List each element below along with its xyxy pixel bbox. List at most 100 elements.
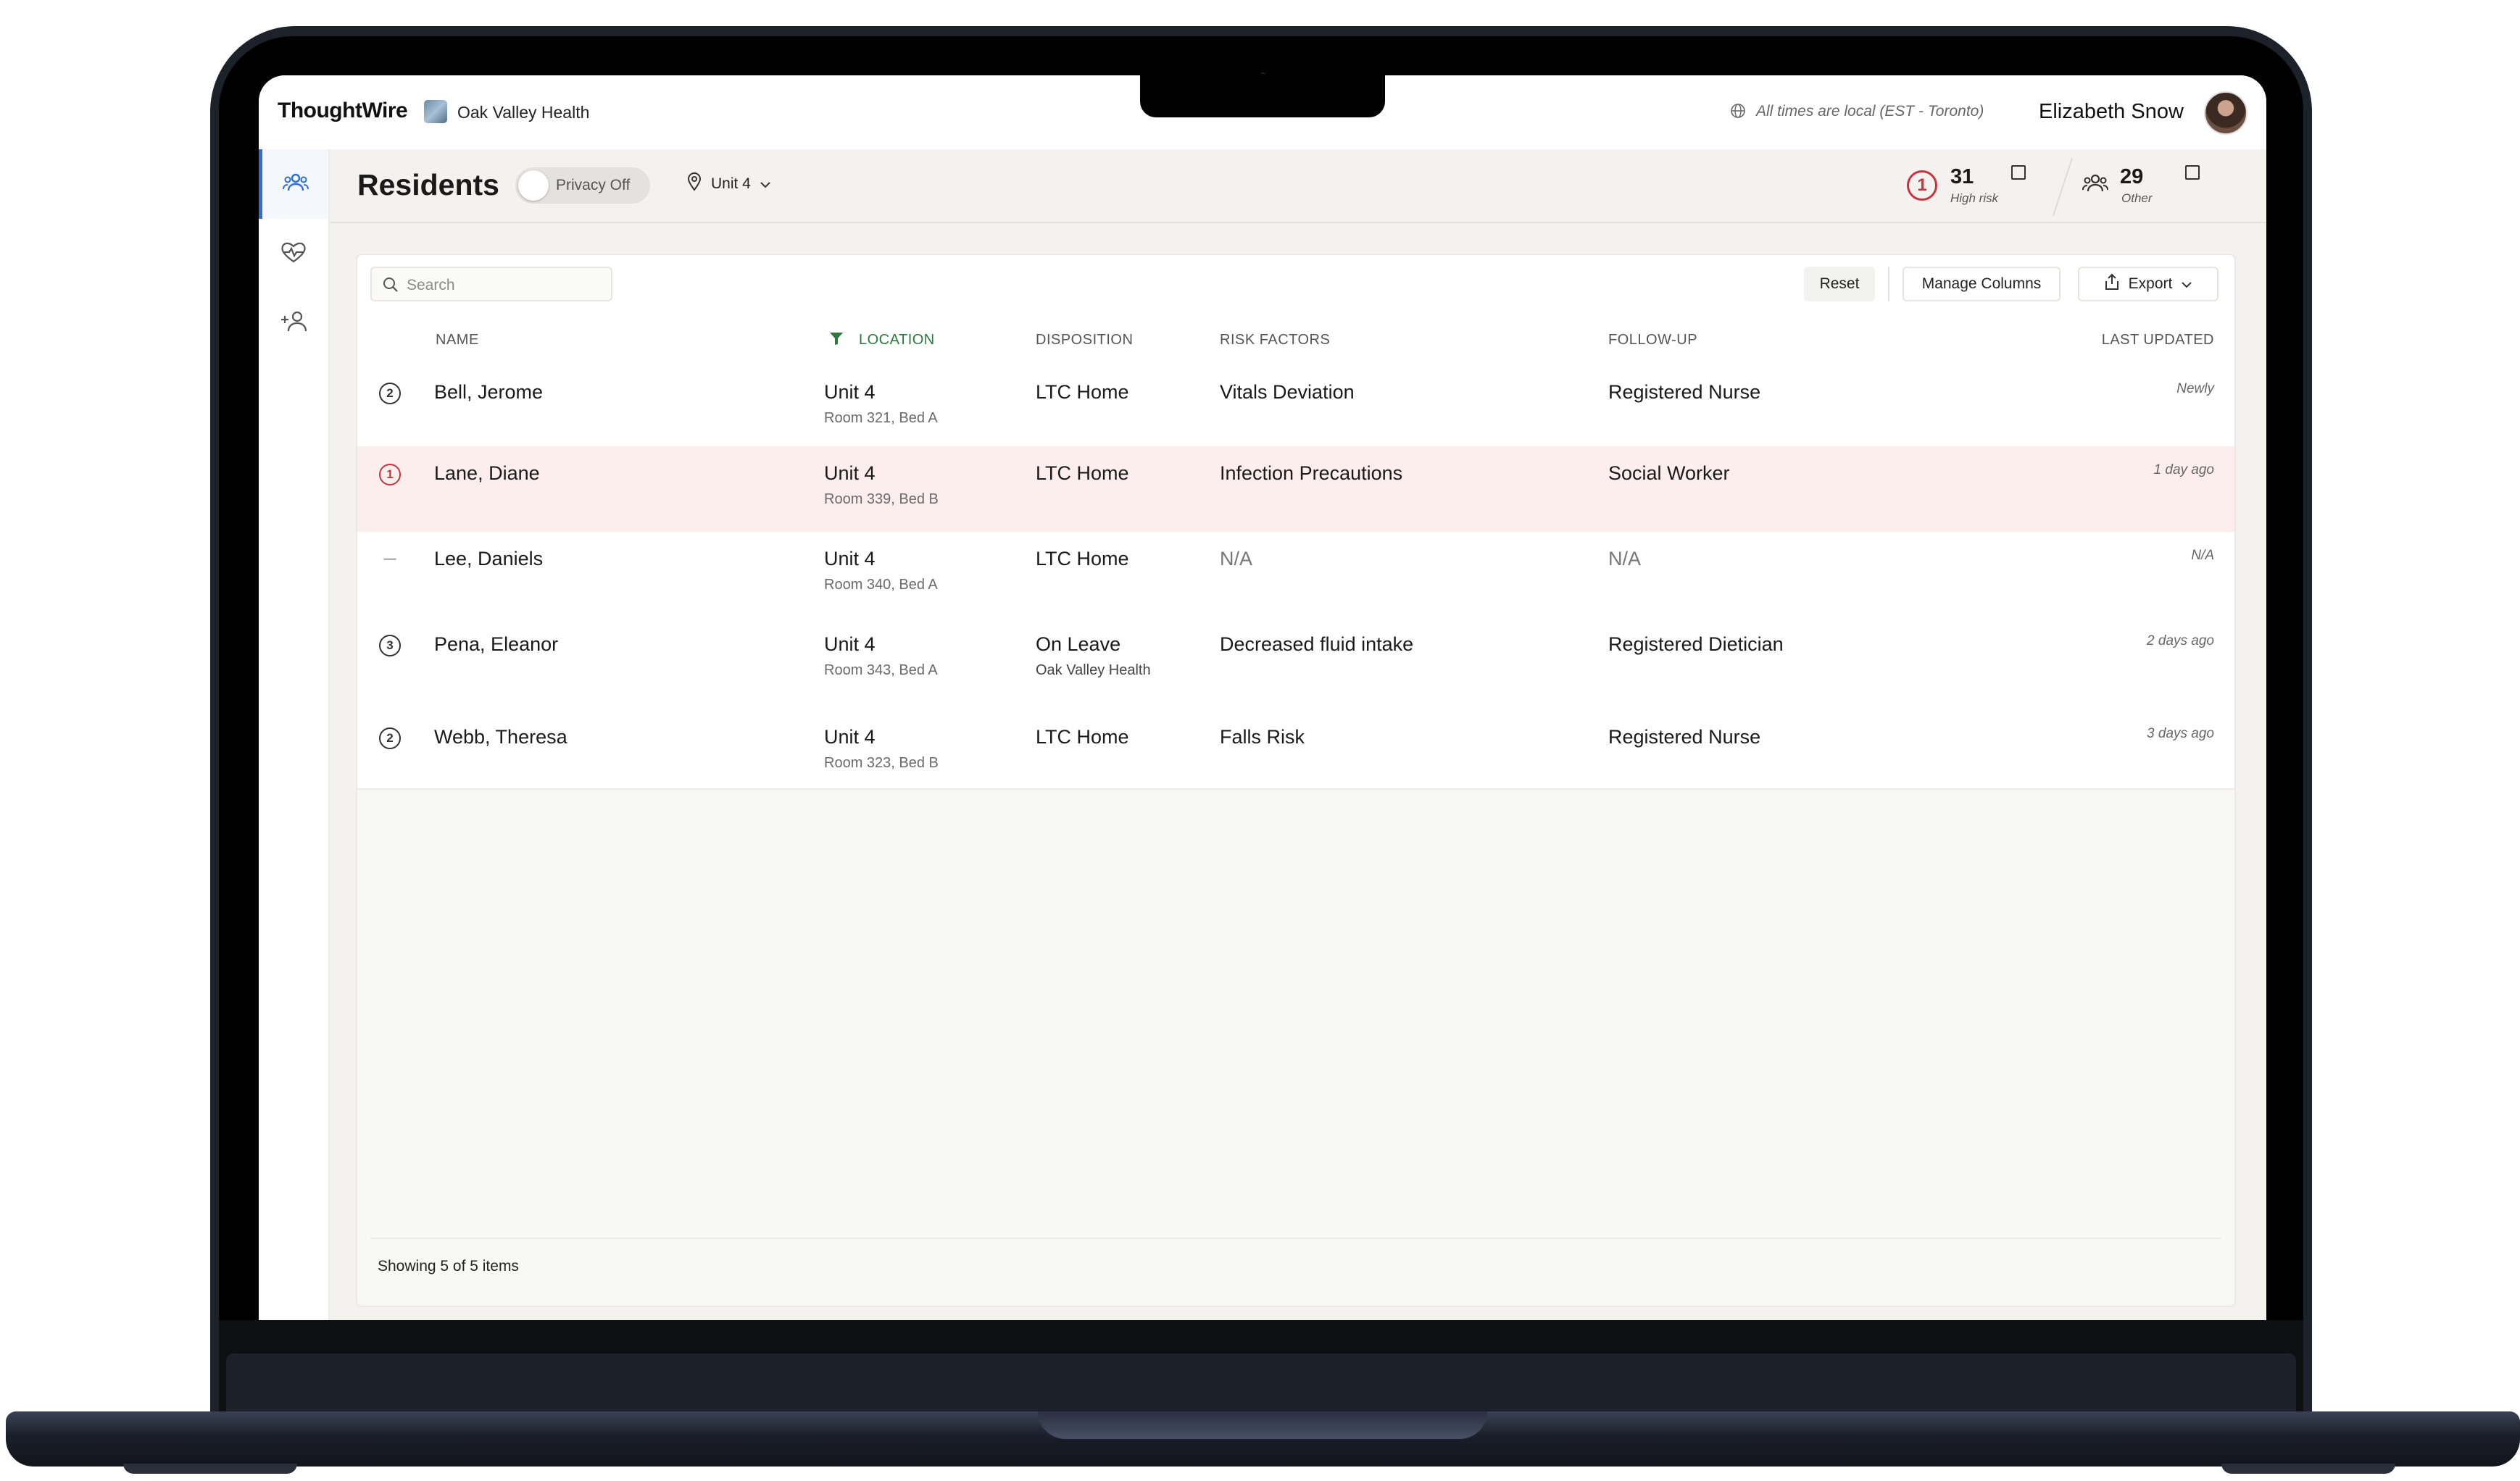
risk-factors: Decreased fluid intake [1220, 633, 1414, 655]
table-row[interactable]: — Lee, Daniels Unit 4 Room 340, Bed A LT… [357, 532, 2234, 614]
location-room: Room 343, Bed A [824, 662, 938, 678]
last-updated: 3 days ago [2147, 726, 2214, 741]
high-risk-checkbox[interactable] [2011, 165, 2026, 180]
risk-level-badge: — [383, 551, 396, 565]
laptop-foot-left [123, 1464, 297, 1474]
table-row[interactable]: 2 Bell, Jerome Unit 4 Room 321, Bed A LT… [357, 365, 2234, 448]
toolbar-divider [1888, 267, 1889, 301]
timezone-note: All times are local (EST - Toronto) [1756, 103, 1984, 120]
main-content: Residents Privacy Off Unit 4 1 31 High r… [330, 149, 2266, 1320]
column-header-last-updated[interactable]: LAST UPDATED [2102, 332, 2214, 349]
table-header: NAME LOCATION DISPOSITION RISK FACTORS F… [357, 313, 2234, 367]
location-room: Room 321, Bed A [824, 410, 938, 426]
filter-icon[interactable] [828, 330, 844, 350]
resident-name[interactable]: Lee, Daniels [434, 548, 543, 570]
heart-pulse-icon [280, 241, 307, 267]
last-updated: 1 day ago [2153, 462, 2214, 477]
location-unit: Unit 4 [824, 381, 876, 403]
follow-up: Registered Nurse [1608, 726, 1761, 748]
location-room: Room 339, Bed B [824, 491, 939, 507]
column-header-name[interactable]: NAME [436, 332, 479, 349]
column-header-location[interactable]: LOCATION [859, 332, 935, 349]
follow-up: N/A [1608, 548, 1642, 570]
location-unit: Unit 4 [824, 726, 876, 748]
other-label: Other [2121, 191, 2153, 205]
manage-columns-button[interactable]: Manage Columns [1903, 267, 2061, 301]
risk-level-badge: 3 [379, 635, 401, 656]
sidebar-item-residents[interactable] [259, 149, 328, 219]
sidebar-item-vitals[interactable] [259, 219, 328, 288]
table-row[interactable]: 3 Pena, Eleanor Unit 4 Room 343, Bed A O… [357, 613, 2234, 707]
other-count: 29 [2120, 165, 2144, 188]
screen: ThoughtWire Oak Valley Health All times … [259, 75, 2266, 1320]
display-notch [1140, 74, 1385, 117]
disposition: LTC Home [1036, 462, 1129, 484]
pagination-summary: Showing 5 of 5 items [378, 1258, 519, 1275]
risk-level-badge: 1 [379, 464, 401, 485]
follow-up: Registered Nurse [1608, 381, 1761, 403]
disposition: LTC Home [1036, 726, 1129, 748]
organization-name[interactable]: Oak Valley Health [457, 103, 589, 122]
page-title: Residents [357, 168, 499, 201]
last-updated: 2 days ago [2147, 633, 2214, 648]
app-logo[interactable]: ThoughtWire [278, 99, 408, 123]
location-unit: Unit 4 [824, 462, 876, 484]
privacy-toggle[interactable]: Privacy Off [515, 167, 650, 204]
unit-selector-value: Unit 4 [711, 175, 751, 192]
high-risk-count: 31 [1950, 165, 1974, 188]
resident-name[interactable]: Webb, Theresa [434, 726, 567, 748]
resident-name[interactable]: Bell, Jerome [434, 381, 543, 404]
toggle-knob[interactable] [518, 170, 549, 201]
resident-name[interactable]: Pena, Eleanor [434, 633, 558, 656]
column-header-disposition[interactable]: DISPOSITION [1036, 332, 1133, 349]
risk-factors: Infection Precautions [1220, 462, 1403, 484]
organization-icon [424, 100, 447, 123]
chevron-down-icon [760, 175, 771, 193]
page-header: Residents Privacy Off Unit 4 1 31 High r… [330, 149, 2266, 223]
share-icon [2104, 273, 2120, 295]
disposition: LTC Home [1036, 381, 1129, 403]
unit-selector[interactable]: Unit 4 [686, 172, 771, 196]
reset-button[interactable]: Reset [1804, 267, 1875, 301]
chevron-down-icon [2181, 275, 2192, 293]
export-button[interactable]: Export [2078, 267, 2218, 301]
user-name[interactable]: Elizabeth Snow [2039, 100, 2184, 124]
other-checkbox[interactable] [2185, 165, 2200, 180]
laptop-chin-band [226, 1353, 2296, 1411]
sidebar-item-add-resident[interactable] [259, 288, 328, 358]
residents-table-card: Reset Manage Columns Export NAME [356, 254, 2236, 1307]
column-header-follow-up[interactable]: FOLLOW-UP [1608, 332, 1697, 349]
search-input[interactable] [405, 274, 604, 297]
risk-factors: Vitals Deviation [1220, 381, 1355, 403]
follow-up: Registered Dietician [1608, 633, 1784, 655]
disposition-detail: Oak Valley Health [1036, 662, 1151, 678]
high-risk-badge-icon: 1 [1907, 170, 1937, 201]
export-label: Export [2128, 275, 2173, 292]
laptop-opening-notch [1038, 1411, 1487, 1439]
sidebar [259, 149, 330, 1320]
table-row[interactable]: 1 Lane, Diane Unit 4 Room 339, Bed B LTC… [357, 446, 2234, 533]
column-header-risk-factors[interactable]: RISK FACTORS [1220, 332, 1330, 349]
add-person-icon [280, 310, 307, 337]
residents-icon [282, 172, 309, 197]
search-box[interactable] [370, 267, 612, 301]
disposition: On Leave [1036, 633, 1121, 655]
stat-divider [2053, 158, 2073, 216]
avatar[interactable] [2204, 91, 2247, 135]
last-updated: Newly [2176, 381, 2214, 396]
reset-button-label: Reset [1819, 275, 1860, 292]
manage-columns-label: Manage Columns [1921, 275, 2042, 292]
table-row[interactable]: 2 Webb, Theresa Unit 4 Room 323, Bed B L… [357, 706, 2234, 790]
location-room: Room 340, Bed A [824, 577, 938, 593]
disposition: LTC Home [1036, 548, 1129, 570]
follow-up: Social Worker [1608, 462, 1730, 484]
resident-name[interactable]: Lane, Diane [434, 462, 540, 485]
risk-factors: Falls Risk [1220, 726, 1305, 748]
location-room: Room 323, Bed B [824, 755, 939, 771]
location-unit: Unit 4 [824, 633, 876, 655]
risk-level-badge: 2 [379, 383, 401, 404]
laptop-foot-right [2221, 1464, 2395, 1474]
group-icon [2082, 172, 2108, 198]
risk-factors: N/A [1220, 548, 1253, 570]
table-toolbar: Reset Manage Columns Export [357, 255, 2234, 314]
